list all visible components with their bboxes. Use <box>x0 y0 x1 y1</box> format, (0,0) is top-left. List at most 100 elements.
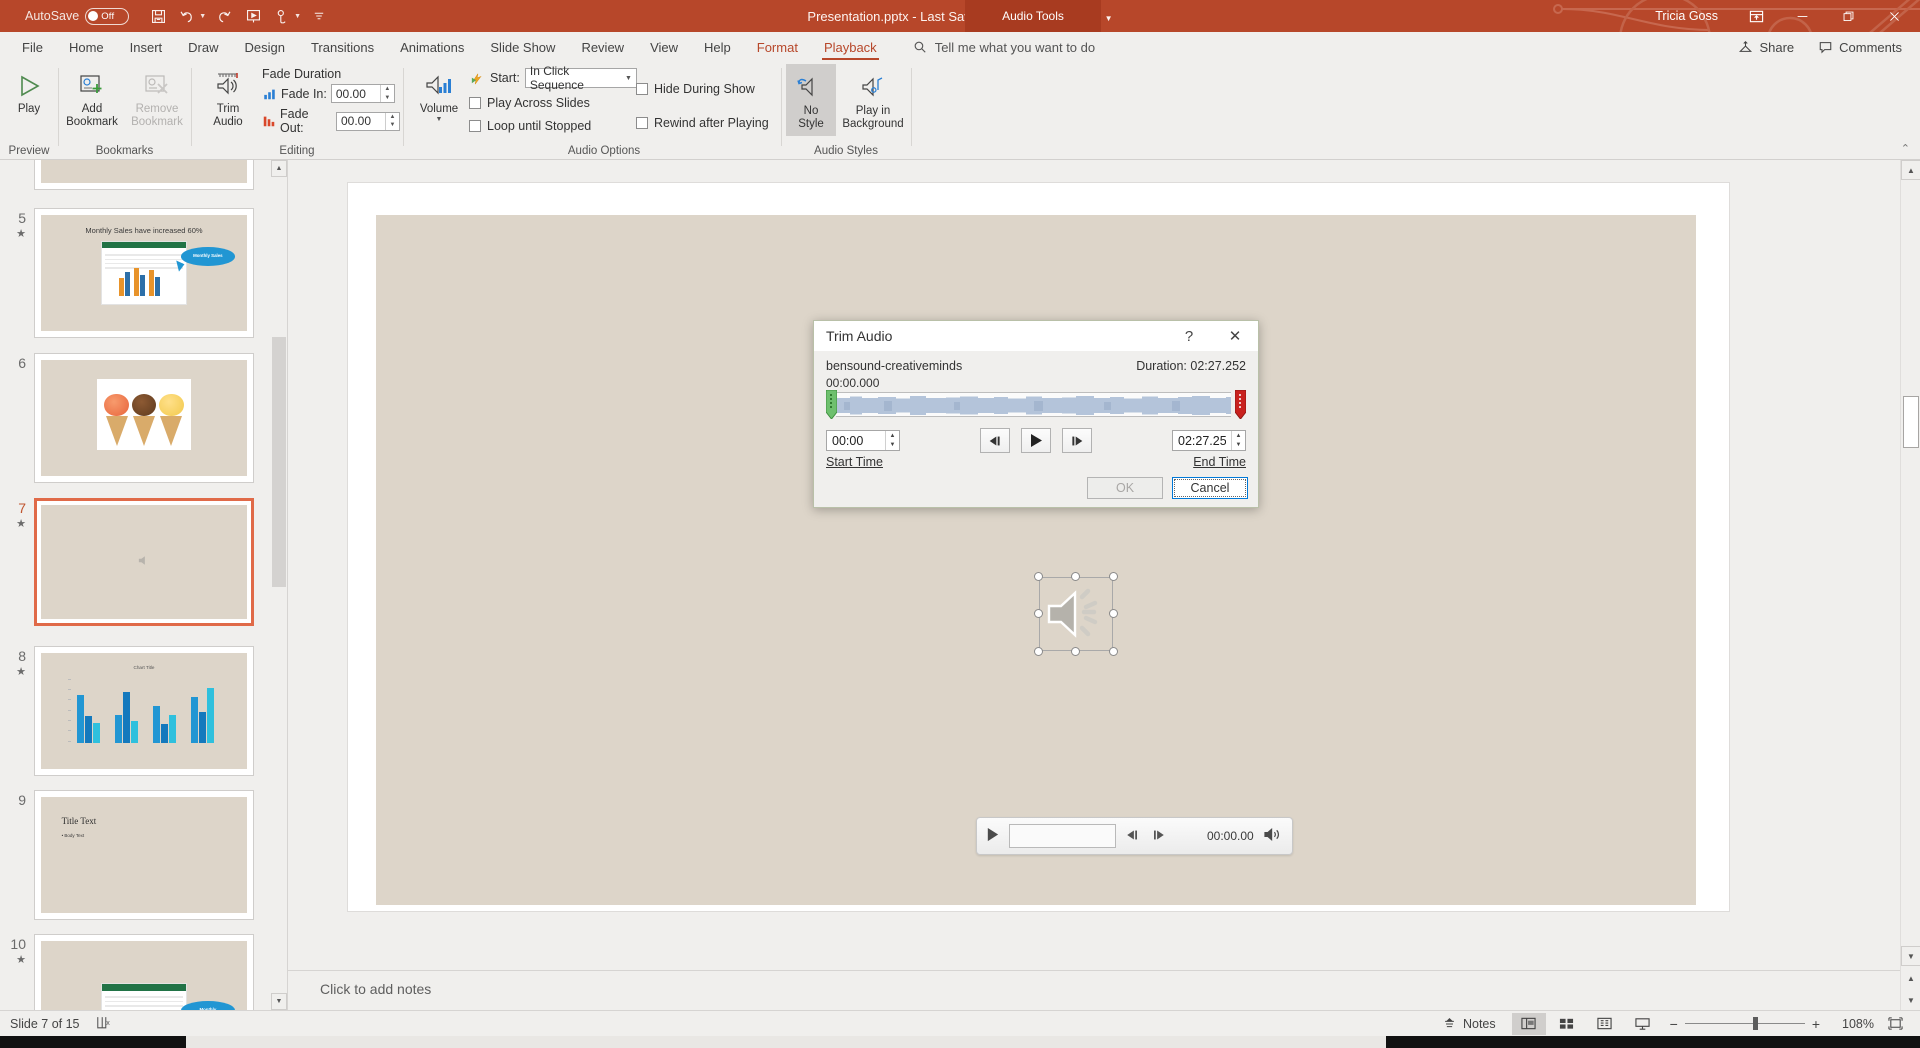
next-slide-button[interactable]: ▼ <box>1901 990 1920 1010</box>
thumbnail-frame[interactable]: Monthly <box>34 934 254 1010</box>
autosave-toggle[interactable]: AutoSave Off <box>25 7 130 25</box>
thumbnail-frame-selected[interactable] <box>34 498 254 626</box>
checkbox-box[interactable] <box>469 97 481 109</box>
tab-animations[interactable]: Animations <box>388 35 476 60</box>
restore-button[interactable] <box>1826 0 1870 32</box>
loop-until-stopped-checkbox[interactable]: Loop until Stopped <box>469 116 637 136</box>
thumbnail-frame[interactable] <box>34 353 254 483</box>
checkbox-box[interactable] <box>636 117 648 129</box>
resize-handle-sw[interactable] <box>1034 647 1043 656</box>
user-account-name[interactable]: Tricia Goss <box>1655 9 1718 23</box>
zoom-track[interactable] <box>1684 1016 1805 1030</box>
trim-audio-dialog[interactable]: Trim Audio ? ✕ bensound-creativeminds Du… <box>813 320 1259 508</box>
thumbnail-slide-8[interactable]: 8 ★ Chart Title <box>0 646 272 776</box>
scroll-up-button[interactable]: ▲ <box>1901 160 1920 180</box>
resize-handle-e[interactable] <box>1109 609 1118 618</box>
document-title-dropdown-icon[interactable]: ▼ <box>1105 14 1113 23</box>
chevron-down-icon[interactable]: ▼ <box>625 75 632 82</box>
hide-during-show-checkbox[interactable]: Hide During Show <box>636 79 769 99</box>
play-across-slides-checkbox[interactable]: Play Across Slides <box>469 93 637 113</box>
resize-handle-nw[interactable] <box>1034 572 1043 581</box>
resize-handle-s[interactable] <box>1071 647 1080 656</box>
minimize-button[interactable] <box>1780 0 1824 32</box>
customize-qat-icon[interactable] <box>306 3 332 29</box>
scrollbar-thumb[interactable] <box>272 337 286 587</box>
volume-button[interactable]: Volume ▼ <box>412 62 466 124</box>
tab-design[interactable]: Design <box>233 35 297 60</box>
zoom-percent[interactable]: 108% <box>1830 1017 1874 1031</box>
spin-down-icon[interactable]: ▼ <box>1232 441 1245 451</box>
fade-out-spin-arrows[interactable]: ▲ ▼ <box>385 112 399 130</box>
fit-slide-to-window-icon[interactable] <box>1878 1013 1912 1035</box>
spin-down-icon[interactable]: ▼ <box>386 121 399 130</box>
undo-icon[interactable] <box>174 3 200 29</box>
slide-sorter-view-button[interactable] <box>1550 1013 1584 1035</box>
collapse-ribbon-icon[interactable]: ⌃ <box>1901 142 1910 155</box>
resize-handle-se[interactable] <box>1109 647 1118 656</box>
tab-home[interactable]: Home <box>57 35 116 60</box>
spin-up-icon[interactable]: ▲ <box>381 85 394 94</box>
thumbnail-slide-10[interactable]: 10 ★ Monthly <box>0 934 272 1010</box>
fade-in-stepper[interactable]: ▲▼ <box>330 84 395 103</box>
tab-view[interactable]: View <box>638 35 690 60</box>
spin-up-icon[interactable]: ▲ <box>386 113 399 122</box>
tab-insert[interactable]: Insert <box>118 35 175 60</box>
media-previous-frame-button[interactable] <box>1125 828 1141 845</box>
tab-help[interactable]: Help <box>692 35 743 60</box>
waveform-area[interactable] <box>825 389 1247 420</box>
play-button[interactable] <box>1021 428 1051 453</box>
media-play-button[interactable] <box>985 826 1000 846</box>
reading-view-button[interactable] <box>1588 1013 1622 1035</box>
touch-mode-dropdown-icon[interactable]: ▼ <box>294 13 301 20</box>
cancel-button[interactable]: Cancel <box>1172 477 1248 499</box>
slide-canvas[interactable]: 00:00.00 <box>347 182 1730 912</box>
fade-out-input[interactable] <box>337 112 385 130</box>
slide-counter[interactable]: Slide 7 of 15 <box>10 1017 80 1031</box>
notes-pane[interactable]: Click to add notes <box>288 970 1900 1010</box>
start-time-spin-arrows[interactable]: ▲ ▼ <box>885 431 899 450</box>
trim-audio-button[interactable]: Trim Audio <box>200 62 256 129</box>
thumbnail-frame[interactable]: Title Text • Body Text <box>34 790 254 920</box>
start-presentation-icon[interactable] <box>240 3 266 29</box>
checkbox-box[interactable] <box>469 120 481 132</box>
spin-down-icon[interactable]: ▼ <box>381 94 394 103</box>
zoom-out-button[interactable]: − <box>1670 1016 1678 1032</box>
audio-object[interactable] <box>1034 572 1118 656</box>
scroll-up-button[interactable]: ▲ <box>271 160 287 177</box>
media-playback-bar[interactable]: 00:00.00 <box>976 817 1293 855</box>
thumbnail-frame[interactable] <box>34 160 254 190</box>
rewind-after-playing-checkbox[interactable]: Rewind after Playing <box>636 113 769 133</box>
no-style-button[interactable]: No Style <box>786 64 836 136</box>
spin-up-icon[interactable]: ▲ <box>886 431 899 441</box>
touch-mode-icon[interactable] <box>269 3 295 29</box>
scroll-down-button[interactable]: ▼ <box>1901 946 1920 966</box>
waveform-canvas[interactable] <box>836 392 1231 417</box>
thumbnail-scrollbar[interactable]: ▲ ▼ <box>271 160 287 1010</box>
play-button[interactable]: Play <box>0 62 58 116</box>
tab-slide-show[interactable]: Slide Show <box>478 35 567 60</box>
save-icon[interactable] <box>145 3 171 29</box>
scroll-down-button[interactable]: ▼ <box>271 993 287 1010</box>
undo-dropdown-icon[interactable]: ▼ <box>199 13 206 20</box>
fade-in-spin-arrows[interactable]: ▲ ▼ <box>379 85 394 103</box>
zoom-in-button[interactable]: + <box>1812 1016 1820 1032</box>
end-time-stepper[interactable]: ▲▼ <box>1172 430 1246 451</box>
start-time-input[interactable] <box>827 431 885 450</box>
tab-review[interactable]: Review <box>569 35 636 60</box>
comments-button[interactable]: Comments <box>1810 37 1910 58</box>
close-icon[interactable]: ✕ <box>1218 321 1252 351</box>
thumbnail-slide-9[interactable]: 9 Title Text • Body Text <box>0 790 272 920</box>
trim-end-handle[interactable] <box>1234 389 1247 420</box>
start-time-stepper[interactable]: ▲▼ <box>826 430 900 451</box>
media-next-frame-button[interactable] <box>1150 828 1166 845</box>
spin-up-icon[interactable]: ▲ <box>1232 431 1245 441</box>
add-bookmark-button[interactable]: Add Bookmark <box>61 62 123 129</box>
autosave-switch[interactable]: Off <box>85 7 130 25</box>
thumbnail-frame[interactable]: Chart Title <box>34 646 254 776</box>
spin-down-icon[interactable]: ▼ <box>886 441 899 451</box>
media-volume-button[interactable] <box>1263 827 1282 845</box>
slide-background[interactable]: 00:00.00 <box>376 215 1696 905</box>
scrollbar-thumb[interactable] <box>1903 396 1919 448</box>
start-dropdown[interactable]: In Click Sequence ▼ <box>524 64 637 92</box>
tell-me-search[interactable]: Tell me what you want to do <box>913 40 1095 55</box>
